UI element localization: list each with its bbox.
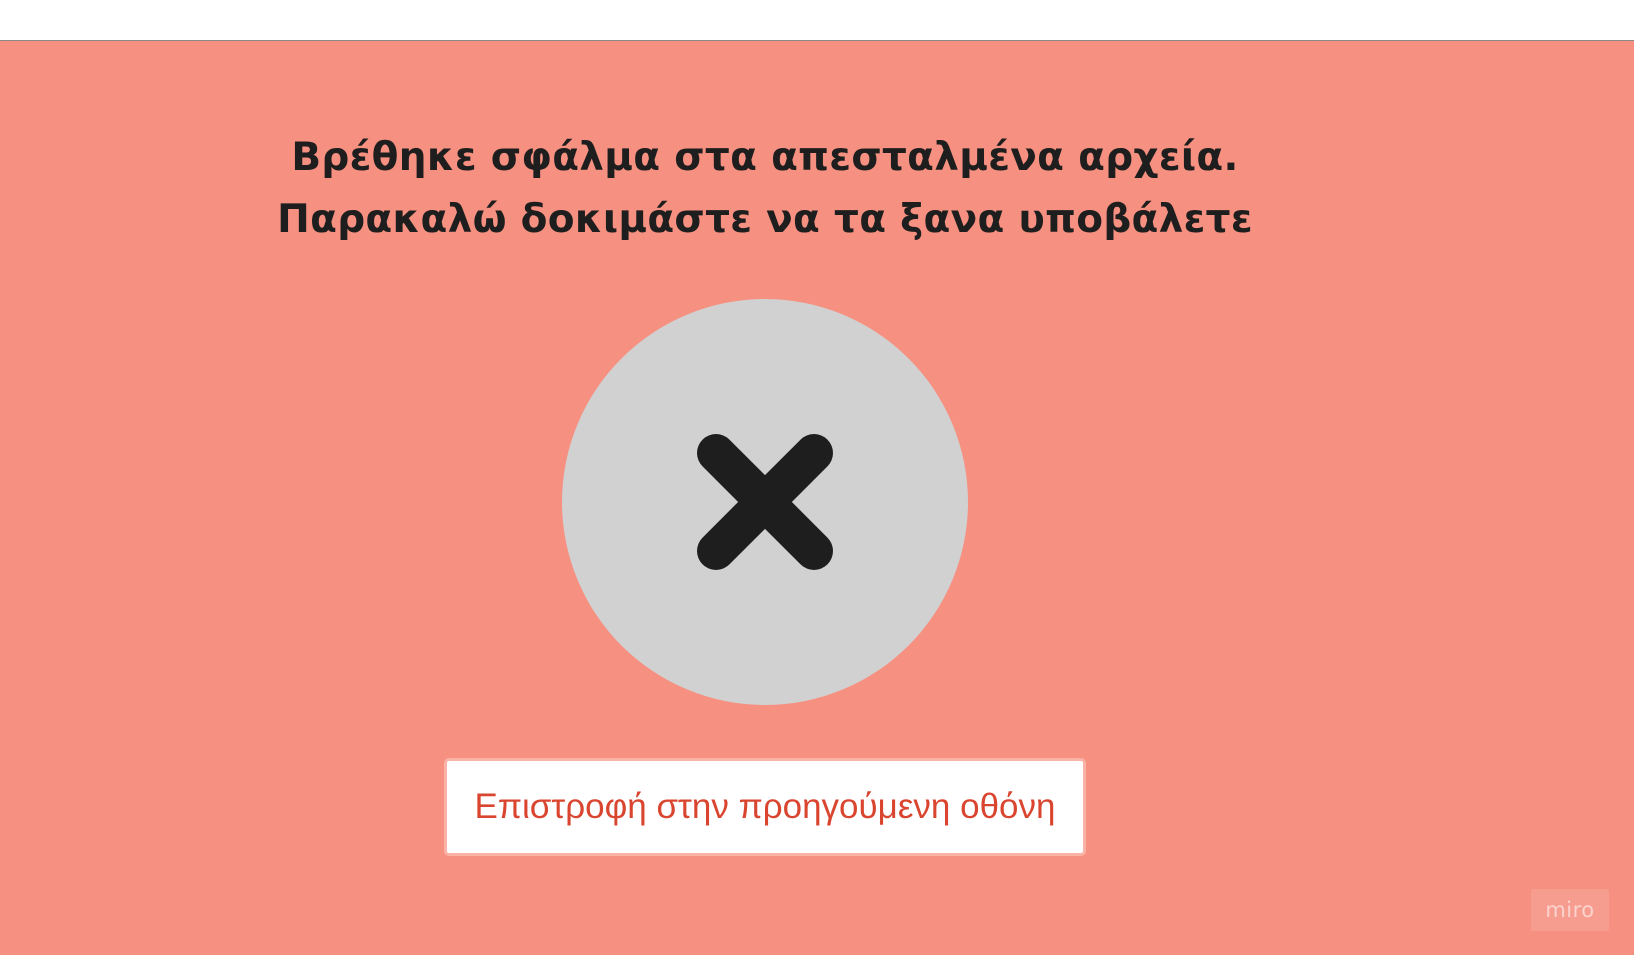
error-panel: Βρέθηκε σφάλμα στα απεσταλμένα αρχεία. Π…	[0, 41, 1634, 955]
back-button-label: Επιστροφή στην προηγούμενη οθόνη	[474, 787, 1056, 826]
error-message-line-1: Βρέθηκε σφάλμα στα απεσταλμένα αρχεία.	[291, 135, 1239, 180]
back-to-previous-screen-button[interactable]: Επιστροφή στην προηγούμενη οθόνη	[444, 758, 1086, 856]
error-message: Βρέθηκε σφάλμα στα απεσταλμένα αρχεία. Π…	[0, 127, 1530, 251]
top-bar	[0, 0, 1634, 41]
close-icon	[697, 434, 833, 570]
miro-brand-badge: miro	[1531, 889, 1609, 931]
error-status-circle	[562, 299, 968, 705]
miro-logo-text: miro	[1545, 898, 1595, 922]
error-message-line-2: Παρακαλώ δοκιμάστε να τα ξανα υποβάλετε	[277, 197, 1253, 242]
